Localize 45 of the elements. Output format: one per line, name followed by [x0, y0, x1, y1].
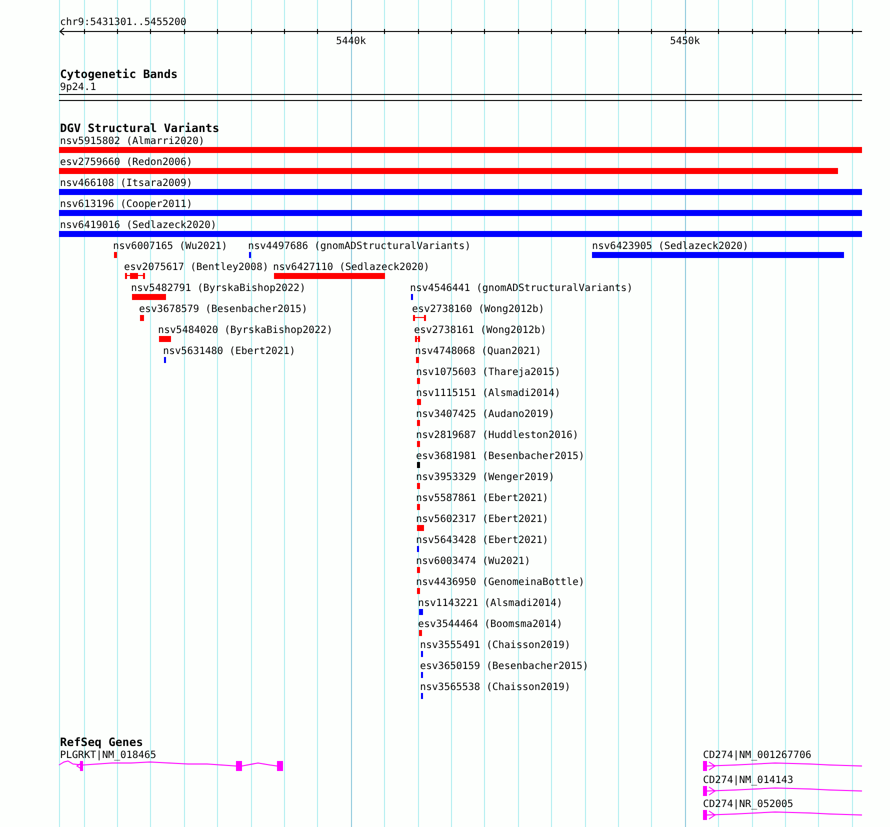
band-label: 9p24.1: [60, 82, 96, 93]
variant-label: esv2738161 (Wong2012b): [414, 325, 546, 336]
variant-label: nsv3953329 (Wenger2019): [416, 472, 554, 483]
variant-label: nsv5484020 (ByrskaBishop2022): [158, 325, 333, 336]
track-title: RefSeq Genes: [60, 735, 144, 749]
track-title: DGV Structural Variants: [60, 121, 220, 135]
variant-label: nsv5482791 (ByrskaBishop2022): [131, 283, 306, 294]
variant-label: nsv5915802 (Almarri2020): [60, 136, 204, 147]
variant-label: nsv466108 (Itsara2009): [60, 178, 192, 189]
track-title: Cytogenetic Bands: [60, 67, 178, 81]
variant-label: nsv5643428 (Ebert2021): [416, 535, 548, 546]
tick-label: 5440k: [336, 36, 366, 47]
variant-label: nsv613196 (Cooper2011): [60, 199, 192, 210]
location-label: chr9:5431301..5455200: [60, 17, 186, 28]
variant-label: nsv2819687 (Huddleston2016): [416, 430, 579, 441]
variant-label: esv3678579 (Besenbacher2015): [139, 304, 308, 315]
variant-label: nsv4546441 (gnomADStructuralVariants): [410, 283, 633, 294]
variant-label: nsv1075603 (Thareja2015): [416, 367, 560, 378]
variant-label: esv2075617 (Bentley2008): [124, 262, 268, 273]
variant-label: nsv6423905 (Sedlazeck2020): [592, 241, 749, 252]
variant-label: nsv4436950 (GenomeinaBottle): [416, 577, 585, 588]
variant-label: esv3650159 (Besenbacher2015): [420, 661, 589, 672]
variant-label: nsv5587861 (Ebert2021): [416, 493, 548, 504]
variant-label: esv2738160 (Wong2012b): [412, 304, 544, 315]
variant-label: nsv6007165 (Wu2021): [113, 241, 228, 252]
variant-label: nsv3565538 (Chaisson2019): [420, 682, 571, 693]
variant-label: nsv1143221 (Alsmadi2014): [418, 598, 562, 609]
variant-label: nsv4497686 (gnomADStructuralVariants): [248, 241, 471, 252]
gene-label: CD274|NR_052005: [703, 799, 794, 810]
variant-label: esv3544464 (Boomsma2014): [418, 619, 562, 630]
variant-label: nsv4748068 (Quan2021): [415, 346, 542, 357]
variant-label: nsv3407425 (Audano2019): [416, 409, 554, 420]
variant-label: nsv6003474 (Wu2021): [416, 556, 530, 567]
variant-label: esv2759660 (Redon2006): [60, 157, 192, 168]
gene-label: CD274|NM_014143: [703, 775, 794, 786]
variant-label: nsv1115151 (Alsmadi2014): [416, 388, 560, 399]
variant-label: nsv6419016 (Sedlazeck2020): [60, 220, 217, 231]
variant-label: nsv5631480 (Ebert2021): [163, 346, 296, 357]
variant-label: nsv5602317 (Ebert2021): [416, 514, 548, 525]
variant-label: esv3681981 (Besenbacher2015): [416, 451, 585, 462]
variant-label: nsv6427110 (Sedlazeck2020): [273, 262, 430, 273]
tick-label: 5450k: [670, 36, 700, 47]
gene-label: PLGRKT|NM_018465: [60, 750, 156, 761]
variant-label: nsv3555491 (Chaisson2019): [420, 640, 571, 651]
gene-label: CD274|NM_001267706: [703, 750, 812, 761]
